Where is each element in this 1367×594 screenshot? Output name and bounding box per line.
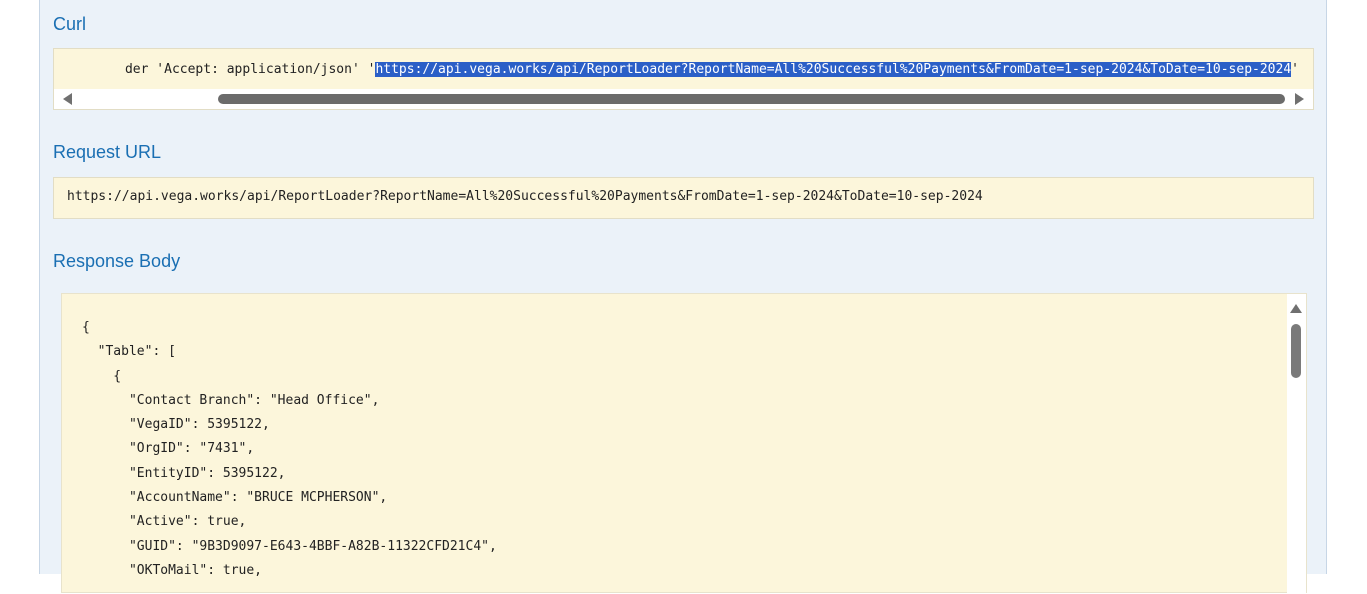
response-json-line: "OrgID": "7431", bbox=[82, 441, 255, 457]
response-panel: Curl der 'Accept: application/json' 'htt… bbox=[39, 0, 1327, 594]
response-json-line: { bbox=[82, 368, 122, 384]
curl-heading: Curl bbox=[53, 14, 87, 34]
curl-selected-url[interactable]: https://api.vega.works/api/ReportLoader?… bbox=[375, 62, 1292, 77]
response-json-line: { bbox=[82, 320, 90, 335]
request-url-box[interactable]: https://api.vega.works/api/ReportLoader?… bbox=[53, 177, 1314, 219]
curl-command-prefix: der 'Accept: application/json' ' bbox=[124, 62, 376, 77]
response-json-line: "OKToMail": true, bbox=[82, 562, 263, 578]
response-body-heading: Response Body bbox=[53, 251, 181, 271]
vertical-scroll-thumb[interactable] bbox=[1291, 324, 1301, 378]
response-json-line: "Active": true, bbox=[82, 514, 247, 530]
scroll-up-arrow-icon[interactable] bbox=[1290, 304, 1302, 313]
request-url-text[interactable]: https://api.vega.works/api/ReportLoader?… bbox=[67, 189, 983, 204]
response-json-line: "Table": [ bbox=[82, 344, 176, 360]
horizontal-scroll-thumb[interactable] bbox=[218, 94, 1285, 104]
curl-command-box[interactable]: der 'Accept: application/json' 'https://… bbox=[53, 48, 1314, 110]
curl-command-line[interactable]: der 'Accept: application/json' 'https://… bbox=[54, 61, 1313, 79]
response-body-box[interactable]: { "Table": [ { "Contact Branch": "Head O… bbox=[61, 293, 1307, 594]
response-vertical-scrollbar[interactable] bbox=[1287, 294, 1306, 594]
curl-command-suffix: ' bbox=[1291, 62, 1299, 77]
response-json-line: "VegaID": 5395122, bbox=[82, 417, 270, 433]
response-json-line: "GUID": "9B3D9097-E643-4BBF-A82B-11322CF… bbox=[82, 538, 497, 554]
response-body-json[interactable]: { "Table": [ { "Contact Branch": "Head O… bbox=[82, 316, 497, 583]
response-json-line: "EntityID": 5395122, bbox=[82, 465, 286, 481]
scroll-left-arrow-icon[interactable] bbox=[63, 93, 72, 105]
scroll-right-arrow-icon[interactable] bbox=[1295, 93, 1304, 105]
response-json-line: "AccountName": "BRUCE MCPHERSON", bbox=[82, 490, 388, 506]
request-url-heading: Request URL bbox=[53, 142, 162, 162]
curl-horizontal-scrollbar[interactable] bbox=[54, 89, 1313, 109]
response-json-line: "Contact Branch": "Head Office", bbox=[82, 392, 380, 408]
